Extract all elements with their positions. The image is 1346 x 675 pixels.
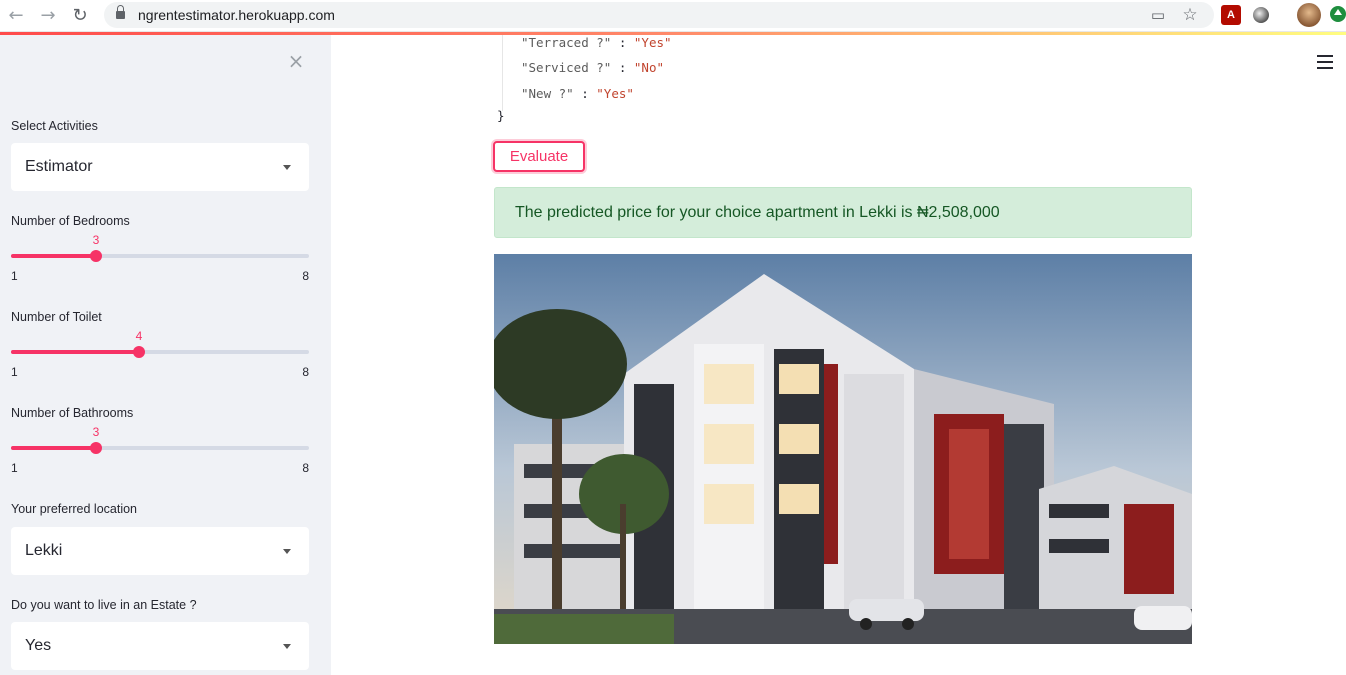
json-key: "Serviced ?" bbox=[521, 60, 612, 75]
json-colon: : bbox=[611, 60, 634, 75]
slider-current-value: 4 bbox=[135, 329, 143, 343]
json-value: "No" bbox=[633, 60, 664, 75]
apartment-building-illustration bbox=[494, 254, 1192, 644]
slider-max-label: 8 bbox=[302, 461, 309, 475]
back-arrow-icon[interactable]: ← bbox=[4, 4, 28, 28]
slider-fill bbox=[11, 446, 96, 450]
bathrooms-slider[interactable]: 3 1 8 bbox=[11, 425, 309, 475]
chevron-down-icon bbox=[283, 644, 291, 649]
bedrooms-label: Number of Bedrooms bbox=[11, 214, 130, 228]
bathrooms-label: Number of Bathrooms bbox=[11, 406, 134, 420]
json-value: "Yes" bbox=[596, 86, 634, 101]
address-bar[interactable]: ngrentestimator.herokuapp.com ▭ ☆ bbox=[104, 2, 1214, 28]
estate-label: Do you want to live in an Estate ? bbox=[11, 598, 197, 612]
json-line: "Serviced ?" : "No" bbox=[521, 60, 664, 75]
sidebar: × Select Activities Estimator Number of … bbox=[0, 35, 331, 675]
activities-select[interactable]: Estimator bbox=[11, 143, 309, 191]
chevron-down-icon bbox=[283, 549, 291, 554]
slider-max-label: 8 bbox=[302, 365, 309, 379]
toilets-label: Number of Toilet bbox=[11, 310, 102, 324]
slider-max-label: 8 bbox=[302, 269, 309, 283]
slider-min-label: 1 bbox=[11, 269, 18, 283]
json-close-brace: } bbox=[497, 108, 505, 123]
estate-select-value: Yes bbox=[25, 637, 52, 654]
cast-icon[interactable]: ▭ bbox=[1148, 5, 1168, 25]
slider-thumb[interactable] bbox=[133, 346, 145, 358]
prediction-result-alert: The predicted price for your choice apar… bbox=[494, 187, 1192, 238]
json-value: "Yes" bbox=[633, 35, 672, 50]
close-icon[interactable]: × bbox=[287, 51, 305, 71]
evaluate-button[interactable]: Evaluate bbox=[493, 141, 585, 172]
json-colon: : bbox=[611, 35, 634, 50]
slider-min-label: 1 bbox=[11, 365, 18, 379]
slider-current-value: 3 bbox=[92, 233, 100, 247]
chevron-down-icon bbox=[283, 165, 291, 170]
update-icon[interactable] bbox=[1330, 6, 1346, 22]
json-key: "Terraced ?" bbox=[521, 35, 612, 50]
profile-avatar[interactable] bbox=[1297, 3, 1321, 27]
slider-current-value: 3 bbox=[92, 425, 100, 439]
star-icon[interactable]: ☆ bbox=[1180, 5, 1200, 25]
hamburger-menu-icon[interactable] bbox=[1317, 55, 1333, 69]
browser-toolbar: ← → ↻ ngrentestimator.herokuapp.com ▭ ☆ … bbox=[0, 0, 1346, 32]
location-select[interactable]: Lekki bbox=[11, 527, 309, 575]
url-text[interactable]: ngrentestimator.herokuapp.com bbox=[138, 7, 335, 23]
slider-thumb[interactable] bbox=[90, 442, 102, 454]
pdf-extension-icon[interactable]: A bbox=[1221, 5, 1241, 25]
json-line: "Terraced ?" : "Yes" bbox=[521, 35, 672, 50]
prediction-result-text: The predicted price for your choice apar… bbox=[515, 204, 1000, 221]
activities-label: Select Activities bbox=[11, 119, 98, 133]
reload-icon[interactable]: ↻ bbox=[68, 4, 92, 28]
slider-thumb[interactable] bbox=[90, 250, 102, 262]
extension-icon[interactable] bbox=[1253, 7, 1269, 23]
json-line: "New ?" : "Yes" bbox=[521, 86, 634, 101]
bedrooms-slider[interactable]: 3 1 8 bbox=[11, 233, 309, 283]
json-colon: : bbox=[573, 86, 597, 101]
activities-select-value: Estimator bbox=[25, 158, 93, 175]
apartment-photo bbox=[494, 254, 1192, 644]
json-key: "New ?" bbox=[521, 86, 574, 101]
location-select-value: Lekki bbox=[25, 542, 63, 559]
slider-fill bbox=[11, 350, 139, 354]
forward-arrow-icon[interactable]: → bbox=[36, 4, 60, 28]
toilets-slider[interactable]: 4 1 8 bbox=[11, 329, 309, 379]
estate-select[interactable]: Yes bbox=[11, 622, 309, 670]
slider-fill bbox=[11, 254, 96, 258]
slider-min-label: 1 bbox=[11, 461, 18, 475]
location-label: Your preferred location bbox=[11, 502, 138, 516]
lock-icon[interactable] bbox=[116, 5, 125, 20]
json-indent-guide bbox=[502, 35, 503, 111]
